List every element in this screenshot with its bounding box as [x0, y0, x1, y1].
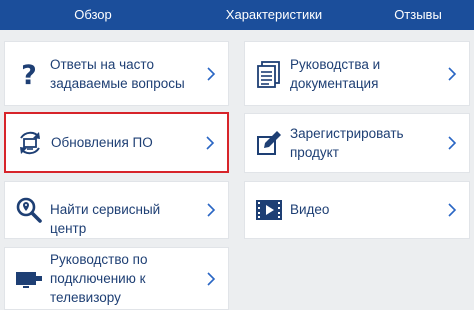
- chevron-right-icon: [206, 66, 216, 81]
- tv-connection-guide-label: Руководство по подключению к телевизору: [50, 251, 148, 305]
- software-update-label: Обновления ПО: [51, 134, 153, 150]
- chevron-right-icon: [447, 66, 457, 81]
- chevron-right-icon: [206, 271, 216, 286]
- faq-card[interactable]: ? Ответы на часто задаваемые вопросы: [4, 41, 229, 106]
- register-product-icon: [255, 129, 283, 157]
- software-update-card[interactable]: Обновления ПО: [4, 112, 229, 173]
- search-location-icon: [15, 196, 43, 224]
- video-card[interactable]: Видео: [244, 181, 470, 239]
- service-center-card[interactable]: Найти сервисный центр: [4, 181, 229, 239]
- chevron-right-icon: [447, 203, 457, 217]
- video-icon: [255, 196, 283, 224]
- tab-overview[interactable]: Обзор: [0, 0, 186, 30]
- register-product-label: Зарегистрировать продукт: [290, 126, 404, 160]
- documents-icon: [255, 60, 283, 88]
- software-update-icon: [16, 129, 44, 157]
- service-center-label: Найти сервисный центр: [50, 202, 161, 236]
- tv-connection-guide-card[interactable]: Руководство по подключению к телевизору: [4, 247, 229, 310]
- faq-label: Ответы на часто задаваемые вопросы: [50, 56, 185, 91]
- chevron-right-icon: [447, 136, 457, 150]
- top-navigation: Обзор Характеристики Отзывы: [0, 0, 474, 30]
- tv-connection-icon: [15, 265, 43, 293]
- video-label: Видео: [290, 202, 330, 217]
- manuals-label: Руководства и документация: [290, 56, 381, 91]
- tab-reviews[interactable]: Отзывы: [362, 0, 474, 30]
- chevron-right-icon: [206, 203, 216, 217]
- tab-specifications[interactable]: Характеристики: [186, 0, 362, 30]
- question-icon: ?: [15, 60, 43, 88]
- register-product-card[interactable]: Зарегистрировать продукт: [244, 113, 470, 173]
- manuals-card[interactable]: Руководства и документация: [244, 41, 470, 106]
- chevron-right-icon: [205, 135, 215, 150]
- svg-text:?: ?: [21, 60, 37, 88]
